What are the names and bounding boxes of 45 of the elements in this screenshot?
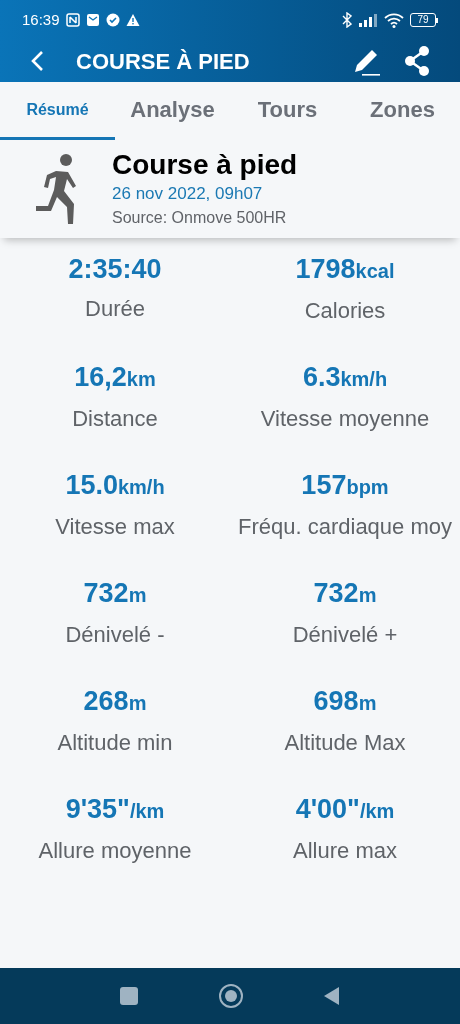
tab[interactable]: Tours (230, 82, 345, 140)
tab[interactable]: Analyse (115, 82, 230, 140)
tab[interactable]: Zones (345, 82, 460, 140)
recents-button[interactable] (120, 987, 139, 1005)
stat-label: Durée (85, 295, 145, 323)
stat-value: 698m (313, 685, 377, 718)
bluetooth-icon (342, 12, 352, 28)
stat-value: 1798kcal (295, 253, 395, 286)
stat-label: Calories (304, 297, 386, 325)
stat-value: 268m (83, 685, 147, 718)
stat-value: 4'00"/km (295, 793, 395, 826)
activity-source: Source: Onmove 500HR (112, 208, 288, 228)
stat-label: Allure moyenne (38, 837, 192, 865)
status-time: 16:39 (22, 9, 60, 30)
stat-value: 6.3km/h (302, 361, 388, 394)
nfc-icon (65, 13, 80, 27)
stat-value: 2:35:40 (68, 253, 162, 286)
stat-label: Dénivelé - (65, 621, 165, 649)
battery-icon: 79 (410, 13, 438, 27)
mail-icon (85, 13, 100, 27)
check-icon (105, 13, 120, 27)
stat-label: Fréqu. cardiaque moy (238, 513, 452, 541)
stat-value: 157bpm (301, 469, 389, 502)
stat-label: Vitesse max (55, 513, 175, 541)
stat-label: Altitude min (57, 729, 173, 757)
stat-value: 732m (313, 577, 377, 610)
home-button[interactable] (219, 984, 243, 1008)
stat-label: Allure max (293, 837, 397, 865)
back-button[interactable] (30, 50, 44, 72)
signal-icon (358, 13, 378, 27)
stat-label: Dénivelé + (292, 621, 398, 649)
share-button[interactable] (404, 46, 430, 76)
stat-label: Distance (72, 405, 158, 433)
stat-value: 9'35"/km (65, 793, 165, 826)
stat-value: 15.0km/h (65, 469, 165, 502)
back-nav-button[interactable] (323, 987, 340, 1005)
stat-value: 732m (83, 577, 147, 610)
stat-label: Altitude Max (284, 729, 406, 757)
screen-title: COURSE À PIED (76, 47, 251, 76)
activity-date: 26 nov 2022, 09h07 (112, 183, 264, 205)
activity-title: Course à pied (112, 148, 298, 182)
stat-value: 16,2km (74, 361, 156, 394)
stat-label: Vitesse moyenne (260, 405, 430, 433)
wifi-icon (384, 12, 404, 28)
warning-icon (125, 13, 140, 27)
